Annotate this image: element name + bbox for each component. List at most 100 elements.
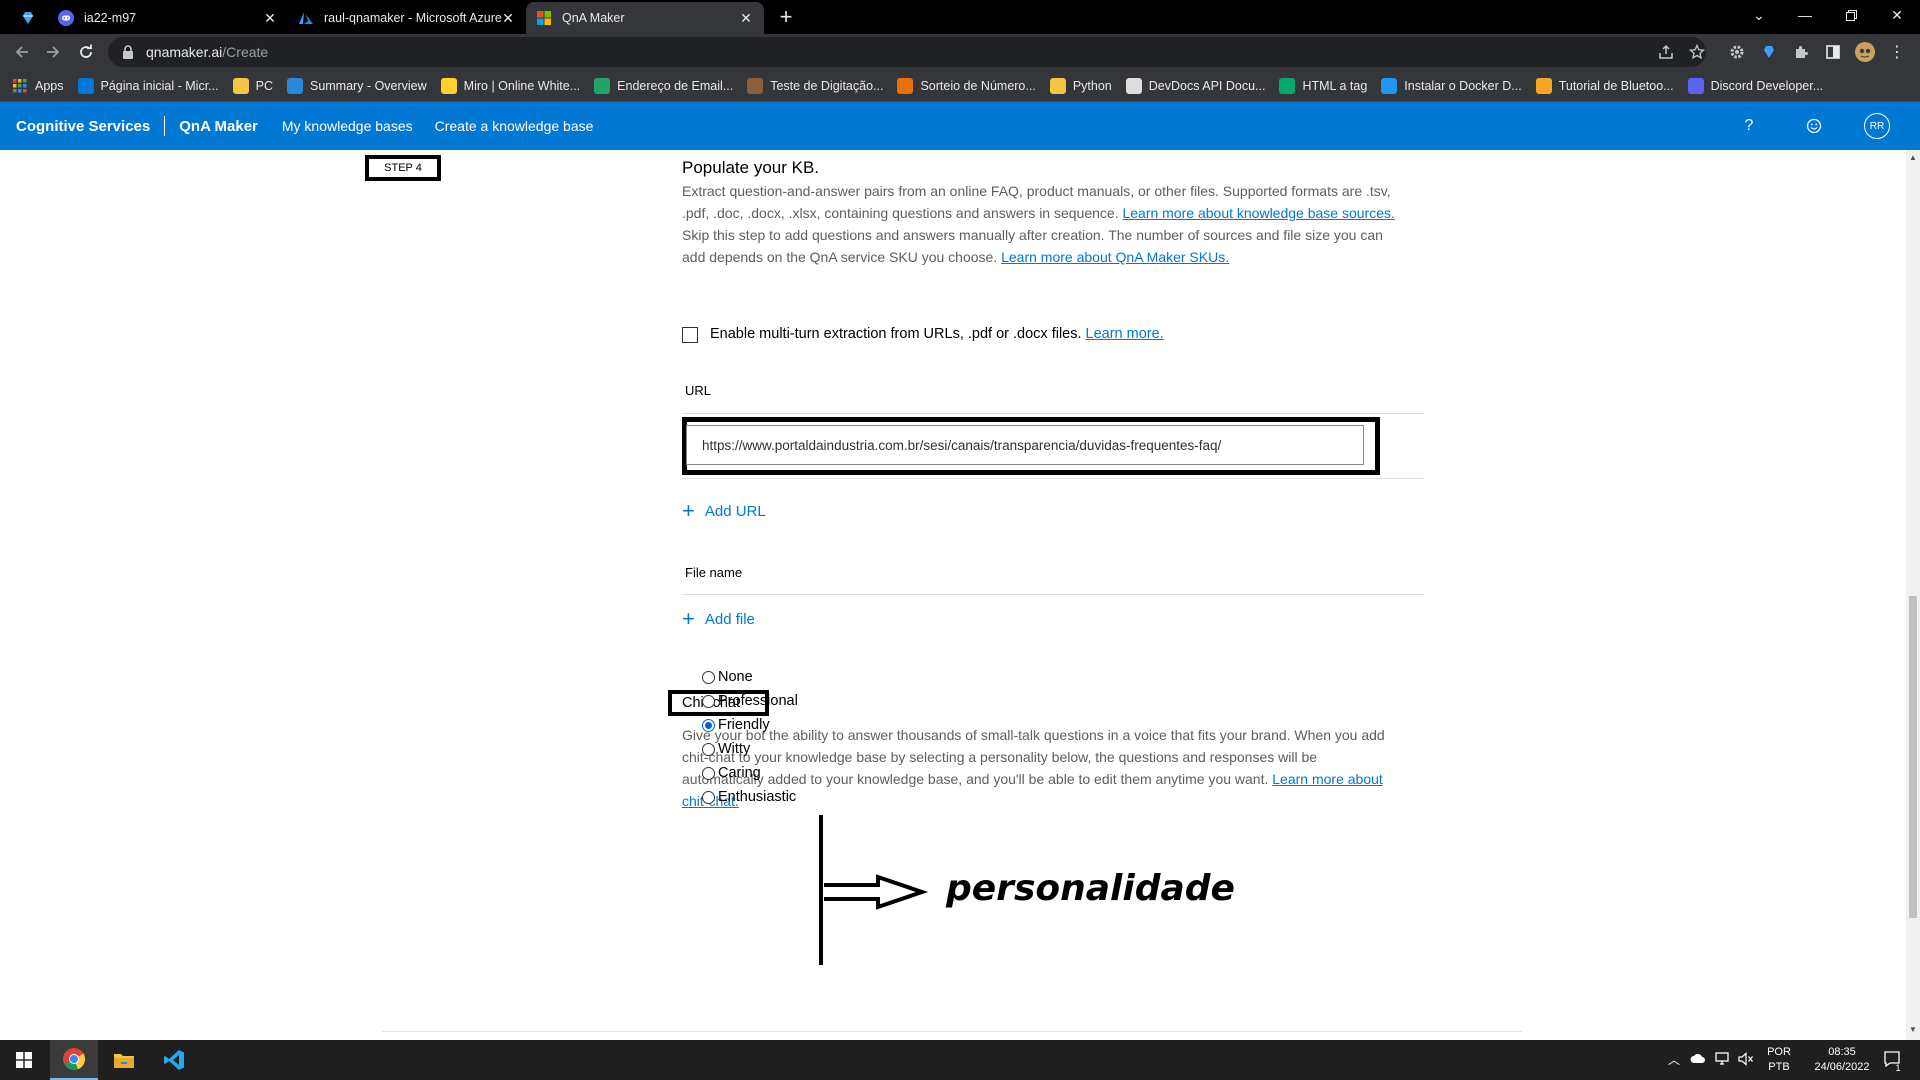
tab-qna-maker[interactable]: QnA Maker ✕: [526, 2, 764, 34]
personality-option-caring[interactable]: Caring: [702, 765, 761, 781]
reload-icon[interactable]: [74, 40, 98, 64]
personality-option-professional[interactable]: Professional: [702, 693, 798, 709]
kebab-menu-icon[interactable]: ⋮: [1886, 41, 1908, 63]
learn-more-kb-sources-link[interactable]: Learn more about knowledge base sources.: [1122, 205, 1394, 221]
bookmark-item[interactable]: DevDocs API Docu...: [1125, 77, 1265, 94]
windows-taskbar: ︿ POR PTB 08:35 24/06/2022 1: [0, 1040, 1920, 1080]
help-icon[interactable]: ?: [1737, 114, 1761, 138]
profile-avatar-icon[interactable]: [1854, 41, 1876, 63]
bookmark-item[interactable]: Endereço de Email...: [594, 77, 733, 94]
personality-option-friendly[interactable]: Friendly: [702, 717, 770, 733]
close-icon[interactable]: ✕: [738, 10, 754, 26]
share-icon[interactable]: [1655, 41, 1677, 63]
windows-start-icon[interactable]: [0, 1040, 48, 1080]
radio-label: Friendly: [718, 717, 770, 733]
add-file-button[interactable]: + Add file: [682, 606, 755, 631]
bookmark-item[interactable]: Tutorial de Bluetoo...: [1535, 77, 1674, 94]
summary-icon: [286, 77, 303, 94]
bookmark-item[interactable]: Instalar o Docker D...: [1381, 77, 1522, 94]
clock[interactable]: 08:35 24/06/2022: [1806, 1045, 1878, 1075]
annotation-bracket-arrow: [819, 815, 929, 965]
personality-option-none[interactable]: None: [702, 669, 753, 685]
bookmark-item[interactable]: Python: [1049, 77, 1112, 94]
nav-create-knowledge-base[interactable]: Create a knowledge base: [435, 118, 594, 134]
input-language[interactable]: POR PTB: [1764, 1045, 1794, 1075]
file-explorer-icon[interactable]: [100, 1040, 148, 1080]
personality-option-witty[interactable]: Witty: [702, 741, 750, 757]
radio-button[interactable]: [702, 790, 715, 804]
tab-azure[interactable]: raul-qnamaker - Microsoft Azure ✕: [288, 2, 526, 34]
nav-my-knowledge-bases[interactable]: My knowledge bases: [282, 118, 413, 134]
url-input[interactable]: https://www.portaldaindustria.com.br/ses…: [686, 425, 1364, 465]
tray-chevron-up-icon[interactable]: ︿: [1666, 1052, 1682, 1068]
side-panel-icon[interactable]: [1822, 41, 1844, 63]
puzzle-extensions-icon[interactable]: [1790, 41, 1812, 63]
bookmark-label: Python: [1072, 78, 1112, 93]
onedrive-cloud-icon[interactable]: [1690, 1052, 1706, 1068]
chrome-taskbar-icon[interactable]: [50, 1040, 98, 1080]
address-bar[interactable]: qnamaker.ai/Create: [108, 37, 1706, 67]
radio-button[interactable]: [702, 694, 715, 708]
bookmark-label: PC: [255, 78, 273, 93]
bookmark-label: Summary - Overview: [309, 78, 427, 93]
close-icon[interactable]: ✕: [262, 10, 278, 26]
add-url-label: Add URL: [704, 502, 766, 520]
plus-icon: +: [682, 606, 695, 631]
scrollbar-thumb[interactable]: [1909, 596, 1917, 918]
volume-muted-icon[interactable]: [1738, 1052, 1754, 1068]
bookmark-item[interactable]: Sorteio de Número...: [897, 77, 1036, 94]
sorteio-icon: [897, 77, 914, 94]
bookmark-item[interactable]: Apps: [12, 78, 64, 94]
bookmark-item[interactable]: Summary - Overview: [286, 77, 427, 94]
radio-button[interactable]: [702, 742, 715, 756]
bookmark-star-icon[interactable]: [1686, 41, 1708, 63]
scroll-up-arrow-icon[interactable]: ▲: [1909, 154, 1917, 162]
clock-date: 24/06/2022: [1814, 1061, 1870, 1073]
back-arrow-icon[interactable]: [10, 40, 34, 64]
bookmark-item[interactable]: HTML a tag: [1279, 77, 1368, 94]
window-close-icon[interactable]: ✕: [1874, 0, 1920, 30]
forward-arrow-icon[interactable]: [41, 40, 65, 64]
multiturn-checkbox[interactable]: [682, 327, 698, 343]
diamond-extension-icon[interactable]: [1758, 41, 1780, 63]
tab-ia22-m97[interactable]: ia22-m97 ✕: [48, 2, 288, 34]
plus-icon: +: [682, 498, 695, 523]
bookmark-item[interactable]: PC: [232, 77, 273, 94]
gear-extension-icon[interactable]: [1726, 41, 1748, 63]
tab-search-chevron-icon[interactable]: ⌄: [1736, 0, 1782, 30]
radio-button[interactable]: [702, 766, 715, 780]
bookmark-item[interactable]: Discord Developer...: [1687, 77, 1823, 94]
scroll-down-arrow-icon[interactable]: ▼: [1909, 1026, 1917, 1034]
divider: [682, 594, 1424, 595]
feedback-smiley-icon[interactable]: [1802, 114, 1826, 138]
personality-option-enthusiastic[interactable]: Enthusiastic: [702, 789, 796, 805]
cognitive-services-link[interactable]: Cognitive Services: [16, 118, 150, 135]
user-avatar[interactable]: RR: [1864, 113, 1890, 139]
radio-label: Caring: [718, 765, 761, 781]
populate-kb-description: Extract question-and-answer pairs from a…: [682, 180, 1402, 268]
close-icon[interactable]: ✕: [500, 10, 516, 26]
radio-label: Professional: [718, 693, 798, 709]
bookmark-item[interactable]: Miro | Online White...: [440, 77, 580, 94]
discord-icon: [58, 10, 74, 26]
radio-button[interactable]: [702, 670, 715, 684]
create-kb-page: STEP 4 Populate your KB. Extract questio…: [0, 150, 1906, 1040]
page-scrollbar[interactable]: ▲ ▼: [1906, 150, 1920, 1040]
radio-button[interactable]: [702, 718, 715, 732]
bookmark-item[interactable]: Página inicial - Micr...: [77, 77, 219, 94]
tab-pinned-extension[interactable]: [6, 2, 48, 34]
multiturn-learn-more-link[interactable]: Learn more.: [1086, 326, 1164, 342]
bookmark-label: HTML a tag: [1302, 78, 1368, 93]
minimize-icon[interactable]: —: [1782, 0, 1828, 30]
add-url-button[interactable]: + Add URL: [682, 498, 766, 523]
bookmark-item[interactable]: Teste de Digitação...: [747, 77, 883, 94]
vscode-icon[interactable]: [150, 1040, 198, 1080]
new-tab-plus-icon[interactable]: +: [774, 6, 798, 30]
network-icon[interactable]: [1714, 1052, 1730, 1068]
file-name-column-header: File name: [685, 565, 743, 580]
divider: [682, 478, 1424, 479]
qna-maker-link[interactable]: QnA Maker: [179, 118, 258, 135]
restore-icon[interactable]: [1828, 0, 1874, 30]
learn-more-skus-link[interactable]: Learn more about QnA Maker SKUs.: [1001, 249, 1229, 265]
populate-kb-title: Populate your KB.: [682, 158, 820, 177]
